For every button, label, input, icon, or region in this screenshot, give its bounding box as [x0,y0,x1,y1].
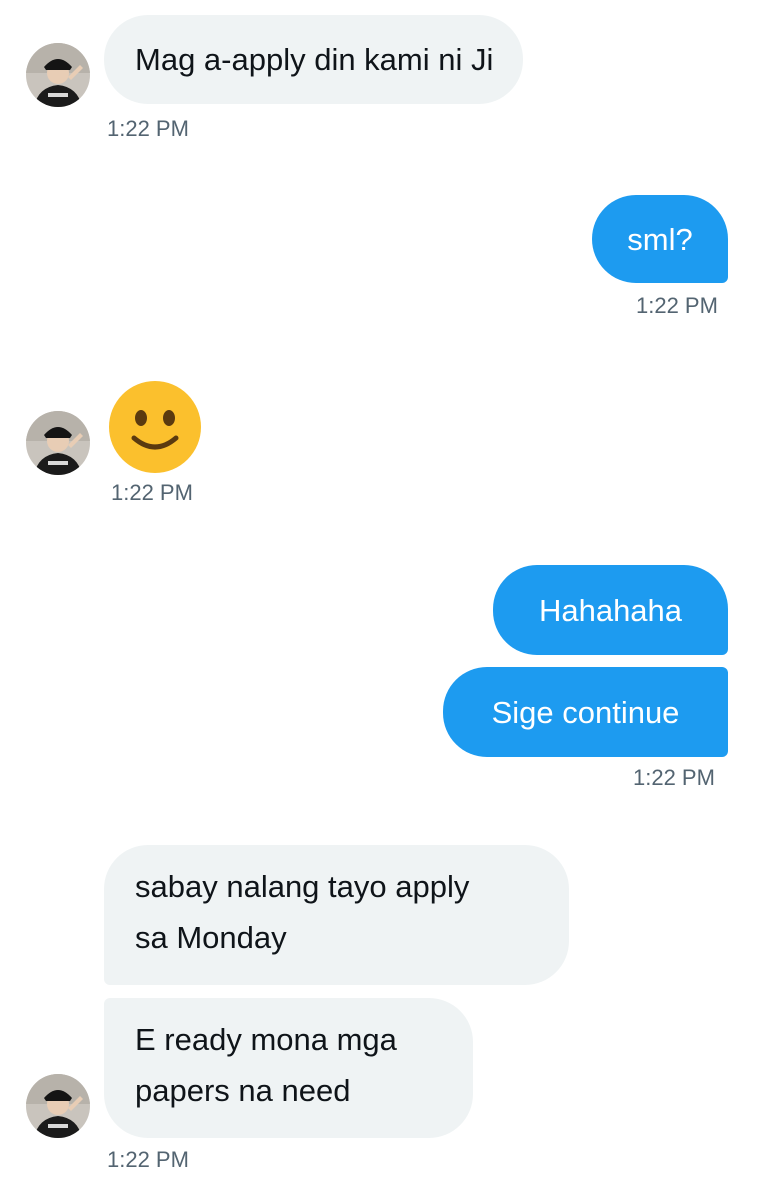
avatar-image [26,411,90,475]
message-bubble-incoming[interactable]: sabay nalang tayo apply sa Monday [104,845,569,985]
message-bubble-outgoing[interactable]: Sige continue [443,667,728,757]
avatar[interactable] [26,411,90,475]
message-bubble-outgoing[interactable]: Hahahaha [493,565,728,655]
message-text: Sige continue [491,695,680,730]
avatar[interactable] [26,43,90,107]
message-text-line: sa Monday [135,920,287,955]
message-timestamp: 1:22 PM [107,1147,189,1172]
smiling-face-emoji-icon[interactable] [108,380,202,474]
message-text-line: sabay nalang tayo apply [135,869,470,904]
message-text-line: papers na need [135,1073,351,1108]
message-timestamp: 1:22 PM [633,765,715,790]
message-bubble-incoming[interactable]: E ready mona mga papers na need [104,998,473,1138]
message-timestamp: 1:22 PM [111,480,193,505]
message-bubble-outgoing[interactable]: sml? [592,195,728,283]
message-text-line: E ready mona mga [135,1022,397,1057]
message-text: Hahahaha [538,593,683,628]
message-timestamp: 1:22 PM [107,116,189,141]
message-timestamp: 1:22 PM [636,293,718,318]
avatar[interactable] [26,1074,90,1138]
message-bubble-incoming[interactable]: Mag a-apply din kami ni Ji [104,15,524,104]
message-text: sml? [627,222,693,257]
avatar-image [26,1074,90,1138]
avatar-image [26,43,90,107]
message-text: Mag a-apply din kami ni Ji [135,42,494,77]
